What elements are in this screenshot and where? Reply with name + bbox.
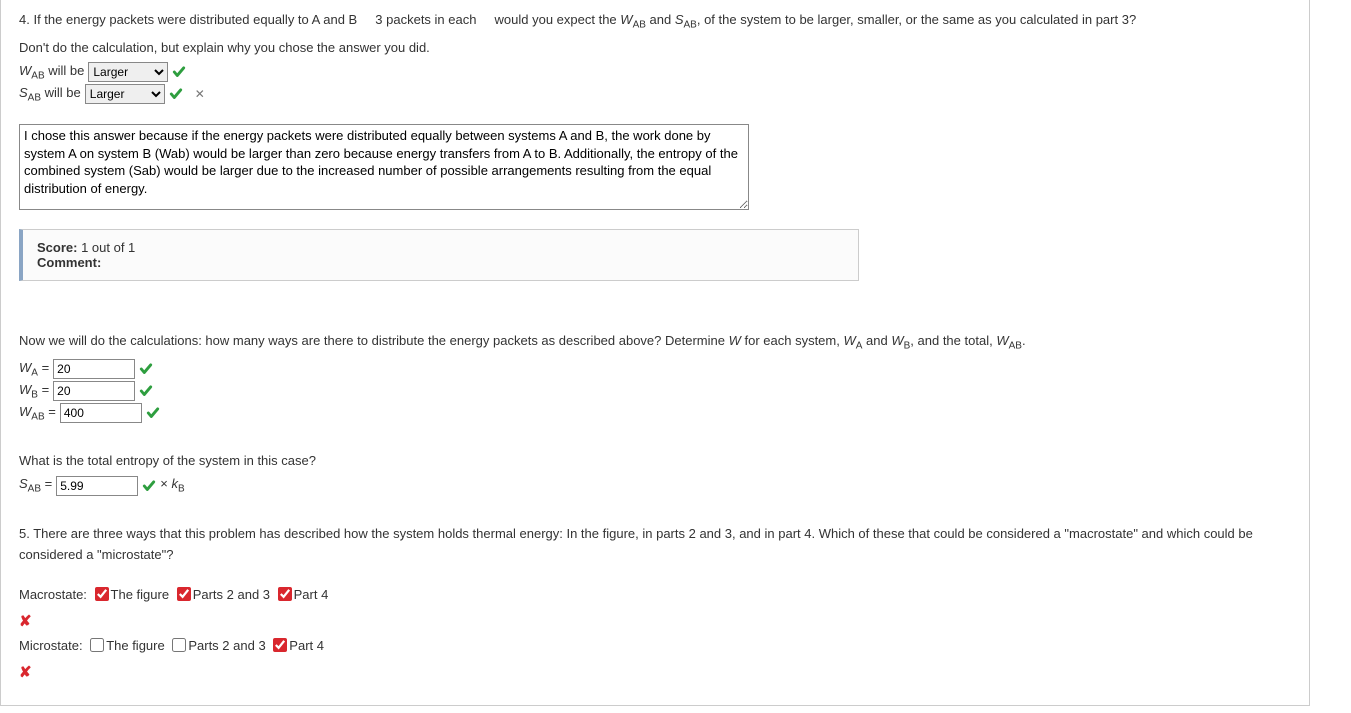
q4-text-b: 3 packets in each: [375, 12, 476, 27]
q4-text-c: would you expect the: [495, 12, 621, 27]
wab-input-row: WAB =: [19, 403, 1291, 423]
comment-label: Comment:: [37, 255, 101, 270]
check-icon: [169, 87, 183, 101]
micro-label: Microstate:: [19, 638, 86, 653]
q5-text: 5. There are three ways that this proble…: [19, 524, 1291, 566]
wrong-icon: ✘: [19, 663, 1291, 681]
sab-select[interactable]: Larger: [85, 84, 165, 104]
macro-opt1: The figure: [111, 587, 173, 602]
wa-input[interactable]: [53, 359, 135, 379]
clear-icon[interactable]: ✕: [195, 87, 205, 101]
wab-input[interactable]: [60, 403, 142, 423]
sab-s: S: [675, 12, 684, 27]
micro-opt3: Part 4: [289, 638, 324, 653]
wb-input[interactable]: [53, 381, 135, 401]
wab-input-label: WAB =: [19, 404, 56, 423]
check-icon: [142, 479, 156, 493]
wa-row: WA =: [19, 359, 1291, 379]
score-label: Score:: [37, 240, 77, 255]
wab-select-row: WAB will be Larger: [19, 62, 1291, 82]
wab-sub: AB: [633, 20, 646, 31]
check-icon: [146, 406, 160, 420]
macro-cb-figure[interactable]: [95, 587, 109, 601]
q4-line2: Don't do the calculation, but explain wh…: [19, 38, 1291, 59]
calc-intro: Now we will do the calculations: how man…: [19, 331, 1291, 355]
q4-prompt: 4. If the energy packets were distribute…: [19, 10, 1291, 34]
macro-cb-part4[interactable]: [278, 587, 292, 601]
wb-row: WB =: [19, 381, 1291, 401]
micro-opt2: Parts 2 and 3: [188, 638, 269, 653]
sab-input-row: SAB = × kB: [19, 476, 1291, 496]
wa-label: WA =: [19, 360, 49, 379]
macro-label: Macrostate:: [19, 587, 91, 602]
sab-input[interactable]: [56, 476, 138, 496]
sab-sub: AB: [684, 20, 697, 31]
macro-opt3: Part 4: [294, 587, 329, 602]
wb-label: WB =: [19, 382, 49, 401]
check-icon: [172, 65, 186, 79]
explanation-textarea[interactable]: I chose this answer because if the energ…: [19, 124, 749, 210]
q4-text-a: 4. If the energy packets were distribute…: [19, 12, 357, 27]
sab-select-row: SAB will be Larger ✕: [19, 84, 1291, 104]
macrostate-row: Macrostate: The figure Parts 2 and 3 Par…: [19, 583, 1291, 608]
micro-cb-parts23[interactable]: [172, 638, 186, 652]
micro-cb-figure[interactable]: [90, 638, 104, 652]
micro-cb-part4[interactable]: [273, 638, 287, 652]
macro-cb-parts23[interactable]: [177, 587, 191, 601]
wab-label: WAB will be: [19, 63, 84, 82]
q4-text-e: , of the system to be larger, smaller, o…: [697, 12, 1136, 27]
entropy-question: What is the total entropy of the system …: [19, 451, 1291, 472]
sab-input-label: SAB =: [19, 476, 52, 495]
wab-w: W: [620, 12, 632, 27]
unit-label: × kB: [160, 476, 184, 495]
wab-select[interactable]: Larger: [88, 62, 168, 82]
score-value: 1 out of 1: [77, 240, 135, 255]
wrong-icon: ✘: [19, 612, 1291, 630]
micro-opt1: The figure: [106, 638, 168, 653]
check-icon: [139, 384, 153, 398]
macro-opt2: Parts 2 and 3: [193, 587, 274, 602]
microstate-row: Microstate: The figure Parts 2 and 3 Par…: [19, 634, 1291, 659]
sab-label: SAB will be: [19, 85, 81, 104]
feedback-box: Score: 1 out of 1 Comment:: [19, 229, 859, 281]
check-icon: [139, 362, 153, 376]
q4-and: and: [646, 12, 675, 27]
